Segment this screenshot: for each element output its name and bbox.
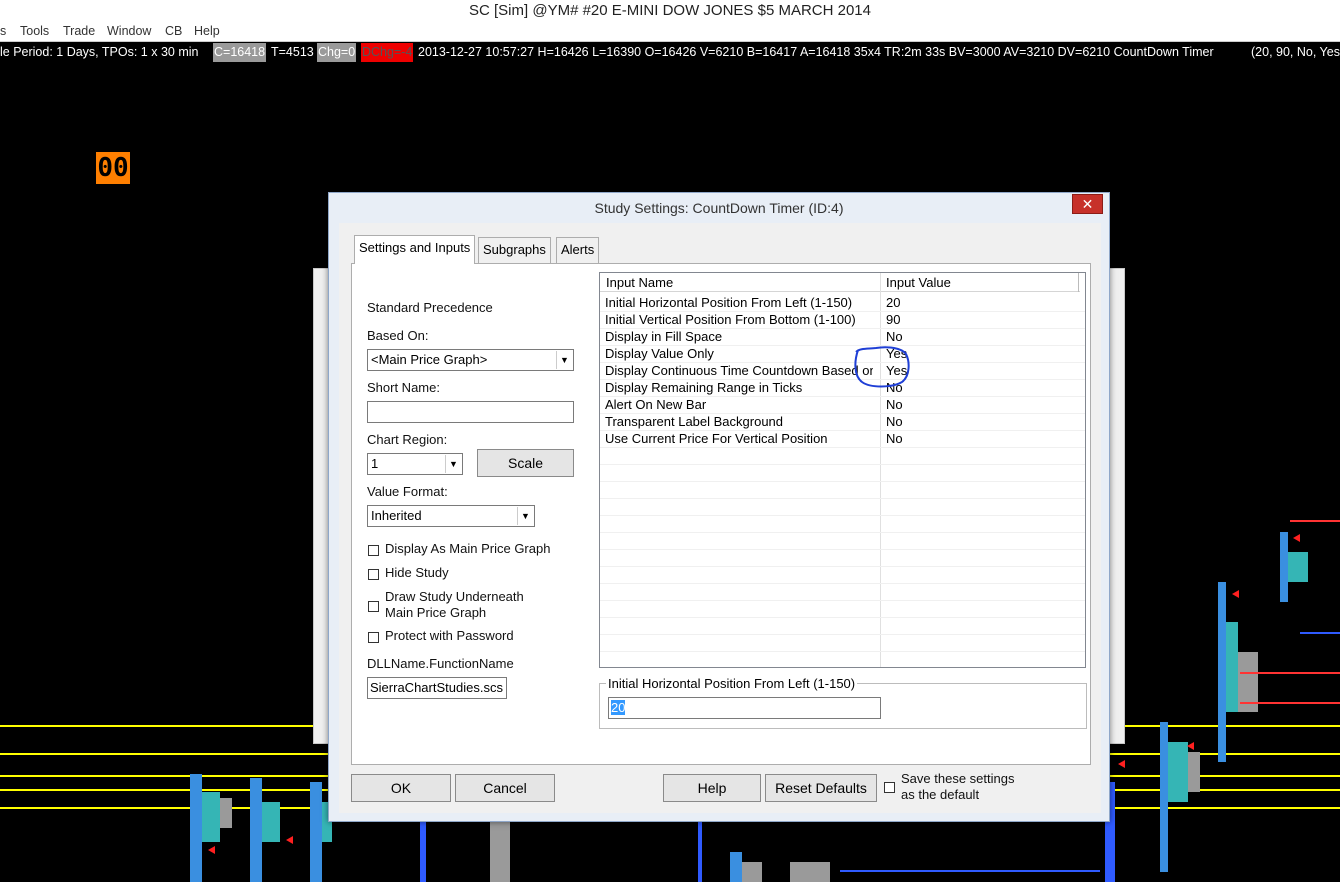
- chart-region-label: Chart Region:: [367, 432, 448, 447]
- input-name: Display Value Only: [605, 346, 714, 361]
- info-close: C=16418: [213, 43, 267, 62]
- inputs-table: Input Name Input Value Initial Horizonta…: [599, 272, 1086, 668]
- value-format-select[interactable]: Inherited ▼: [367, 505, 535, 527]
- protect-with-password-label: Protect with Password: [385, 628, 514, 643]
- value-format-label: Value Format:: [367, 484, 448, 499]
- input-value[interactable]: No: [886, 329, 903, 345]
- table-row[interactable]: Alert On New Bar No: [600, 397, 1085, 414]
- standard-precedence-label: Standard Precedence: [367, 300, 493, 315]
- dialog-body: Settings and Inputs Subgraphs Alerts Sta…: [339, 223, 1101, 813]
- menu-item-settings[interactable]: s: [0, 24, 6, 38]
- input-name: Display Remaining Range in Ticks: [605, 380, 803, 395]
- reset-defaults-button[interactable]: Reset Defaults: [765, 774, 877, 802]
- draw-underneath-label-2: Main Price Graph: [385, 605, 487, 620]
- save-default-checkbox[interactable]: [884, 782, 895, 793]
- save-default-label: Save these settings: [901, 771, 1015, 786]
- table-row[interactable]: Transparent Label Background No: [600, 414, 1085, 431]
- hide-study-checkbox[interactable]: [368, 569, 379, 580]
- col-input-name[interactable]: Input Name: [606, 275, 673, 290]
- ok-button[interactable]: OK: [351, 774, 451, 802]
- based-on-value: <Main Price Graph>: [371, 352, 488, 367]
- chart-info-bar: le Period: 1 Days, TPOs: 1 x 30 min C=16…: [0, 43, 1340, 62]
- value-format-value: Inherited: [371, 508, 422, 523]
- tab-alerts[interactable]: Alerts: [556, 237, 600, 263]
- short-name-label: Short Name:: [367, 380, 440, 395]
- short-name-input[interactable]: [367, 401, 574, 423]
- inputs-table-header: Input Name Input Value: [600, 273, 1080, 292]
- table-row[interactable]: Display Value Only Yes: [600, 346, 1085, 363]
- draw-underneath-label: Draw Study Underneath: [385, 589, 524, 604]
- protect-with-password-checkbox[interactable]: [368, 632, 379, 643]
- input-name: Use Current Price For Vertical Position: [605, 431, 828, 446]
- scale-button[interactable]: Scale: [477, 449, 574, 477]
- close-button[interactable]: ✕: [1072, 194, 1103, 214]
- info-chg: Chg=0: [317, 43, 357, 62]
- table-row[interactable]: Initial Horizontal Position From Left (1…: [600, 295, 1085, 312]
- input-value[interactable]: 20: [886, 295, 900, 311]
- settings-panel: Standard Precedence Based On: <Main Pric…: [351, 263, 1091, 765]
- info-period: le Period: 1 Days, TPOs: 1 x 30 min: [0, 45, 199, 59]
- input-name: Display in Fill Space: [605, 329, 723, 344]
- help-button[interactable]: Help: [663, 774, 761, 802]
- draw-underneath-checkbox[interactable]: [368, 601, 379, 612]
- table-row[interactable]: Display Continuous Time Countdown Based …: [600, 363, 1085, 380]
- menu-item-tools[interactable]: Tools: [20, 24, 49, 38]
- input-name: Transparent Label Background: [605, 414, 784, 429]
- input-value[interactable]: No: [886, 431, 903, 447]
- input-value[interactable]: No: [886, 414, 903, 430]
- dll-function-field[interactable]: SierraChartStudies.scs: [367, 677, 507, 699]
- annotation-circle: [854, 346, 910, 388]
- table-row[interactable]: Display Remaining Range in Ticks No: [600, 380, 1085, 397]
- menu-item-trade[interactable]: Trade: [63, 24, 95, 38]
- chevron-down-icon[interactable]: ▼: [517, 507, 533, 525]
- table-row[interactable]: Initial Vertical Position From Bottom (1…: [600, 312, 1085, 329]
- display-as-main-price-graph-checkbox[interactable]: [368, 545, 379, 556]
- save-default-label-2: as the default: [901, 787, 980, 802]
- dll-function-label: DLLName.FunctionName: [367, 656, 514, 671]
- chart-region-value: 1: [371, 456, 379, 471]
- based-on-label: Based On:: [367, 328, 429, 343]
- profile-right: [1105, 520, 1340, 882]
- window-title: SC [Sim] @YM# #20 E-MINI DOW JONES $5 MA…: [0, 0, 1340, 22]
- input-name: Initial Vertical Position From Bottom (1…: [605, 312, 856, 327]
- input-value[interactable]: 90: [886, 312, 900, 328]
- tab-subgraphs[interactable]: Subgraphs: [478, 237, 551, 263]
- info-dchg: DChg=-4: [361, 43, 414, 62]
- menu-bar: s Tools Trade Window CB Help: [0, 22, 1340, 42]
- table-row[interactable]: Display in Fill Space No: [600, 329, 1085, 346]
- study-settings-dialog: Study Settings: CountDown Timer (ID:4) ✕…: [328, 192, 1110, 822]
- menu-item-cb[interactable]: CB: [165, 24, 182, 38]
- input-name: Alert On New Bar: [605, 397, 707, 412]
- info-ticks: T=4513: [271, 45, 314, 59]
- col-input-value[interactable]: Input Value: [886, 275, 951, 290]
- menu-item-window[interactable]: Window: [107, 24, 151, 38]
- chevron-down-icon[interactable]: ▼: [445, 455, 461, 473]
- display-as-main-price-graph-label: Display As Main Price Graph: [385, 541, 551, 556]
- cancel-button[interactable]: Cancel: [455, 774, 555, 802]
- hide-study-label: Hide Study: [385, 565, 449, 580]
- input-name: Initial Horizontal Position From Left (1…: [605, 295, 853, 310]
- input-name: Display Continuous Time Countdown Based …: [605, 363, 873, 378]
- based-on-select[interactable]: <Main Price Graph> ▼: [367, 349, 574, 371]
- value-edit-selected-text: 20: [611, 700, 626, 715]
- value-edit-label: Initial Horizontal Position From Left (1…: [606, 676, 858, 691]
- info-details: 2013-12-27 10:57:27 H=16426 L=16390 O=16…: [418, 45, 1214, 59]
- menu-item-help[interactable]: Help: [194, 24, 220, 38]
- dialog-title: Study Settings: CountDown Timer (ID:4): [594, 200, 844, 216]
- value-edit-input[interactable]: 20: [608, 697, 881, 719]
- input-value[interactable]: No: [886, 397, 903, 413]
- value-edit-group: Initial Horizontal Position From Left (1…: [599, 676, 1087, 729]
- table-row[interactable]: Use Current Price For Vertical Position N…: [600, 431, 1085, 448]
- tab-settings-and-inputs[interactable]: Settings and Inputs: [354, 235, 476, 264]
- info-params: (20, 90, No, Yes: [1251, 45, 1340, 59]
- chevron-down-icon[interactable]: ▼: [556, 351, 572, 369]
- chart-region-select[interactable]: 1 ▼: [367, 453, 463, 475]
